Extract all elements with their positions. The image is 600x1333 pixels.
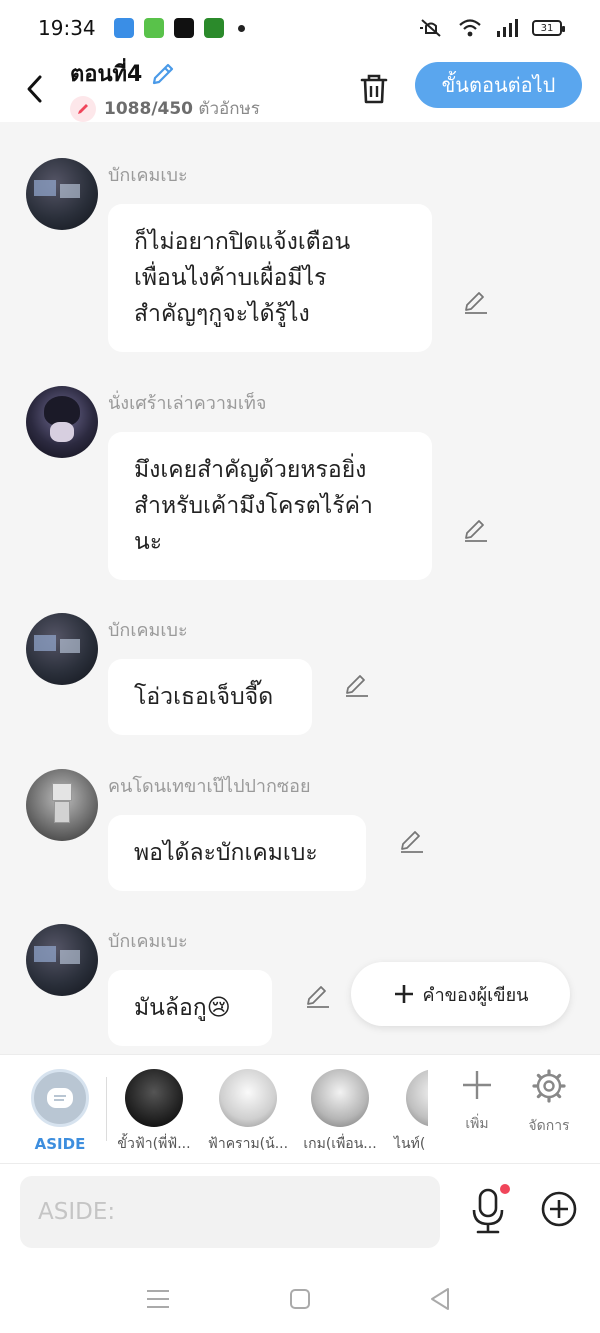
author-note-button[interactable]: คำของผู้เขียน bbox=[351, 962, 570, 1026]
add-character-button[interactable]: เพิ่ม bbox=[442, 1069, 512, 1135]
wifi-icon bbox=[459, 19, 481, 37]
message-line: มึงเคยสำคัญด้วยหรอยิ่ง bbox=[134, 457, 367, 483]
message-list[interactable]: บักเคมเบะ ก็ไม่อยากปิดแจ้งเตือน เพื่อนไง… bbox=[0, 122, 600, 1054]
plus-icon bbox=[394, 985, 413, 1003]
message-line: ก็ไม่อยากปิดแจ้งเตือน bbox=[134, 229, 351, 255]
edit-message-icon[interactable] bbox=[304, 982, 332, 1010]
character-item[interactable]: ไนท์( bbox=[388, 1065, 428, 1155]
character-name: ขั้วฟ้า(พี่ฟ้... bbox=[117, 1136, 191, 1152]
avatar bbox=[219, 1069, 277, 1127]
signal-icon bbox=[497, 19, 518, 37]
message-input[interactable] bbox=[20, 1176, 440, 1248]
page-title: ตอนที่4 bbox=[70, 62, 143, 87]
avatar bbox=[406, 1069, 428, 1127]
edit-message-icon[interactable] bbox=[343, 671, 371, 699]
add-label: เพิ่ม bbox=[465, 1116, 489, 1132]
message-line: มันล้อกู😢 bbox=[134, 995, 231, 1021]
message-bubble[interactable]: มึงเคยสำคัญด้วยหรอยิ่ง สำหรับเค้ามึงโครต… bbox=[108, 432, 432, 580]
app-notification-icon bbox=[143, 18, 164, 38]
sender-name: นั่งเศร้าเล่าความเท็จ bbox=[108, 393, 267, 414]
status-time: 19:34 bbox=[38, 16, 96, 40]
avatar bbox=[311, 1069, 369, 1127]
aside-icon bbox=[31, 1069, 89, 1127]
message-line: เพื่อนไงค้าบเผื่อมีไร bbox=[134, 265, 327, 291]
message-line: สำคัญๆกูจะได้รู้ไง bbox=[134, 301, 310, 327]
sender-name: บักเคมเบะ bbox=[108, 620, 188, 641]
message-line: สำหรับเค้ามึงโครตไร้ค่า bbox=[134, 493, 373, 519]
edit-message-icon[interactable] bbox=[398, 827, 426, 855]
pen-icon bbox=[70, 95, 96, 122]
edit-message-icon[interactable] bbox=[462, 288, 490, 316]
trash-icon bbox=[360, 74, 388, 104]
battery-indicator: 31 bbox=[532, 20, 565, 36]
avatar bbox=[125, 1069, 183, 1127]
character-item[interactable]: ฟ้าคราม(น้... bbox=[202, 1065, 294, 1155]
character-bar: ASIDE ขั้วฟ้า(พี่ฟ้... ฟ้าคราม(น้... เกม… bbox=[0, 1054, 600, 1164]
back-triangle-icon[interactable] bbox=[426, 1284, 456, 1314]
title-block: ตอนที่4 1088/450 ตัวอักษร bbox=[70, 56, 260, 122]
system-nav-bar bbox=[0, 1264, 600, 1333]
manage-label: จัดการ bbox=[528, 1118, 570, 1134]
message-line: พอได้ละบักเคมเบะ bbox=[134, 840, 318, 866]
youtube-icon bbox=[173, 18, 194, 38]
app-notification-icon bbox=[203, 18, 224, 38]
divider bbox=[106, 1077, 107, 1141]
gear-icon bbox=[532, 1069, 566, 1103]
message-bubble[interactable]: มันล้อกู😢 bbox=[108, 970, 272, 1046]
sender-name: บักเคมเบะ bbox=[108, 165, 188, 186]
notification-dot bbox=[500, 1184, 510, 1194]
character-name: ASIDE bbox=[34, 1135, 86, 1153]
sender-name: คนโดนเทขาเป๊ไปปากซอย bbox=[108, 776, 311, 797]
avatar[interactable] bbox=[26, 924, 98, 996]
menu-icon[interactable] bbox=[143, 1284, 173, 1314]
add-circle-icon[interactable] bbox=[540, 1190, 578, 1228]
input-bar bbox=[0, 1164, 600, 1264]
avatar[interactable] bbox=[26, 158, 98, 230]
author-note-label: คำของผู้เขียน bbox=[422, 984, 529, 1006]
back-button[interactable] bbox=[0, 56, 70, 122]
character-item[interactable]: เกม(เพื่อน... bbox=[294, 1065, 386, 1155]
character-name: เกม(เพื่อน... bbox=[303, 1136, 377, 1152]
manage-characters-button[interactable]: จัดการ bbox=[514, 1069, 584, 1137]
chevron-left-icon bbox=[27, 75, 42, 103]
status-bar: 19:34 31 bbox=[0, 0, 600, 56]
mute-icon bbox=[420, 19, 441, 37]
voice-button[interactable] bbox=[466, 1184, 512, 1236]
avatar[interactable] bbox=[26, 386, 98, 458]
message-line: นะ bbox=[134, 529, 163, 555]
character-aside[interactable]: ASIDE bbox=[14, 1065, 106, 1153]
character-name: ไนท์( bbox=[394, 1136, 426, 1152]
home-icon[interactable] bbox=[285, 1284, 315, 1314]
next-step-button[interactable]: ขั้นตอนต่อไป bbox=[415, 62, 582, 108]
header: ตอนที่4 1088/450 ตัวอักษร ขั้นตอนต่อไป bbox=[0, 56, 600, 122]
message-bubble[interactable]: พอได้ละบักเคมเบะ bbox=[108, 815, 366, 891]
message-bubble[interactable]: โอ่วเธอเจ็บจี๊ด bbox=[108, 659, 312, 735]
delete-button[interactable] bbox=[354, 64, 394, 114]
plus-icon bbox=[463, 1071, 491, 1099]
avatar[interactable] bbox=[26, 613, 98, 685]
character-item[interactable]: ขั้วฟ้า(พี่ฟ้... bbox=[108, 1065, 200, 1155]
avatar[interactable] bbox=[26, 769, 98, 841]
message-bubble[interactable]: ก็ไม่อยากปิดแจ้งเตือน เพื่อนไงค้าบเผื่อม… bbox=[108, 204, 432, 352]
message-line: โอ่วเธอเจ็บจี๊ด bbox=[134, 684, 274, 710]
character-counter: 1088/450 ตัวอักษร bbox=[104, 99, 260, 119]
app-notification-icon bbox=[113, 18, 134, 38]
edit-title-icon[interactable] bbox=[150, 61, 176, 87]
more-notifications-icon bbox=[237, 24, 245, 32]
sender-name: บักเคมเบะ bbox=[108, 931, 188, 952]
character-name: ฟ้าคราม(น้... bbox=[207, 1136, 289, 1152]
edit-message-icon[interactable] bbox=[462, 516, 490, 544]
